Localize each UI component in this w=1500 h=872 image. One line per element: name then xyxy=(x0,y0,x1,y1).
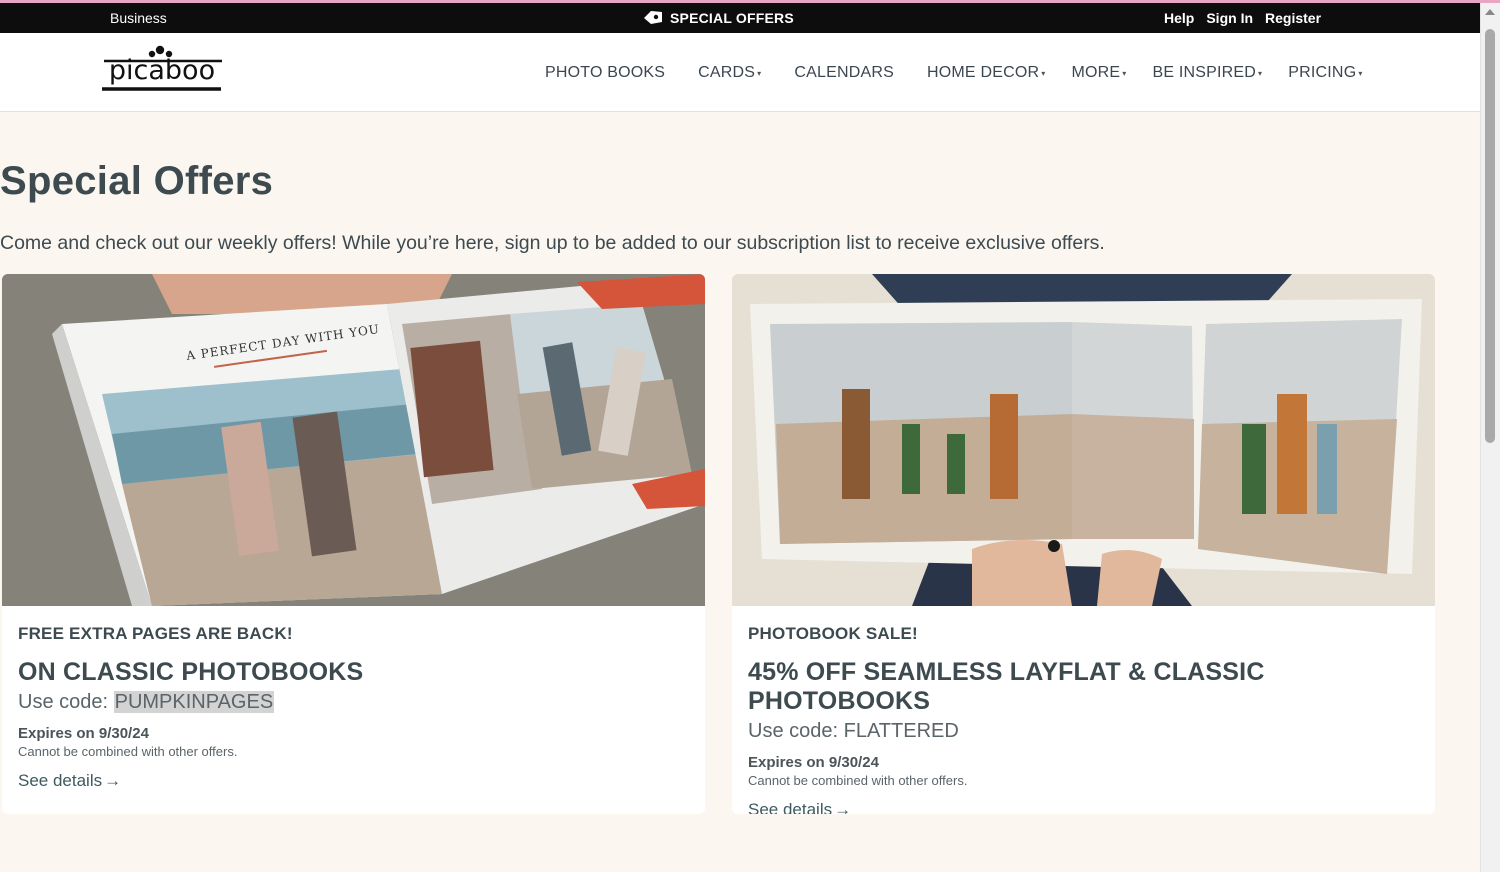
nav-pricing-label: PRICING xyxy=(1288,64,1357,81)
scrollbar-thumb[interactable] xyxy=(1485,29,1495,443)
nav-calendars-label: CALENDARS xyxy=(794,64,894,81)
register-link[interactable]: Register xyxy=(1265,10,1321,26)
promo-code[interactable]: FLATTERED xyxy=(844,720,959,742)
account-links: Help Sign In Register xyxy=(1164,10,1321,26)
offer-code-line: Use code: PUMPKINPAGES xyxy=(18,691,689,714)
chevron-down-icon: ▾ xyxy=(1041,68,1046,78)
nav-more-label: MORE xyxy=(1071,64,1121,81)
arrow-right-icon: → xyxy=(834,800,852,814)
see-details-label: See details xyxy=(18,771,103,790)
picaboo-logo[interactable]: picaboo xyxy=(100,43,224,93)
offer-card: PHOTOBOOK SALE! 45% OFF SEAMLESS LAYFLAT… xyxy=(732,274,1435,814)
chevron-down-icon: ▾ xyxy=(757,68,762,78)
offer-card: A PERFECT DAY WITH YOU FREE EXTRA PAGES … xyxy=(2,274,705,814)
nav-cards[interactable]: CARDS ▾ xyxy=(698,64,761,82)
promo-code[interactable]: PUMPKINPAGES xyxy=(113,691,275,713)
offer-kicker: PHOTOBOOK SALE! xyxy=(748,624,918,643)
nav-calendars[interactable]: CALENDARS xyxy=(794,64,894,82)
offer-image-photobook-beach[interactable]: A PERFECT DAY WITH YOU xyxy=(2,274,705,606)
scroll-up-icon[interactable] xyxy=(1485,9,1495,15)
special-offers-label: SPECIAL OFFERS xyxy=(670,9,794,26)
offer-headline: 45% OFF SEAMLESS LAYFLAT & CLASSIC PHOTO… xyxy=(748,658,1265,715)
offer-fine-print: Cannot be combined with other offers. xyxy=(748,773,968,788)
code-prefix: Use code: xyxy=(18,691,114,713)
nav-home-decor[interactable]: HOME DECOR ▾ xyxy=(927,64,1045,82)
see-details-link[interactable]: See details → xyxy=(18,771,121,791)
offer-expiry: Expires on 9/30/24 xyxy=(18,725,149,742)
offer-fine-print: Cannot be combined with other offers. xyxy=(18,744,238,759)
offer-body: FREE EXTRA PAGES ARE BACK! ON CLASSIC PH… xyxy=(18,624,689,791)
page-title: Special Offers xyxy=(0,159,274,203)
sign-in-link[interactable]: Sign In xyxy=(1206,10,1253,26)
chevron-down-icon: ▾ xyxy=(1358,68,1363,78)
code-prefix: Use code: xyxy=(748,720,844,742)
tag-icon xyxy=(644,11,662,24)
top-bar: Business SPECIAL OFFERS Help Sign In Reg… xyxy=(0,3,1480,33)
logo-text: picaboo xyxy=(109,55,215,86)
see-details-link[interactable]: See details → xyxy=(748,800,851,814)
offer-headline: ON CLASSIC PHOTOBOOKS xyxy=(18,658,364,686)
nav-cards-label: CARDS xyxy=(698,64,756,81)
offer-expiry: Expires on 9/30/24 xyxy=(748,754,879,771)
chevron-down-icon: ▾ xyxy=(1258,68,1263,78)
offer-body: PHOTOBOOK SALE! 45% OFF SEAMLESS LAYFLAT… xyxy=(748,624,1419,814)
business-link[interactable]: Business xyxy=(110,10,167,26)
nav-home-decor-label: HOME DECOR xyxy=(927,64,1040,81)
help-link[interactable]: Help xyxy=(1164,10,1194,26)
chevron-down-icon: ▾ xyxy=(1122,68,1127,78)
nav-more[interactable]: MORE ▾ xyxy=(1071,64,1126,82)
nav-photo-books[interactable]: PHOTO BOOKS xyxy=(545,64,665,82)
offer-kicker: FREE EXTRA PAGES ARE BACK! xyxy=(18,624,293,643)
special-offers-link[interactable]: SPECIAL OFFERS xyxy=(642,9,794,26)
see-details-label: See details xyxy=(748,800,833,814)
page-scrollbar[interactable] xyxy=(1480,3,1500,872)
arrow-right-icon: → xyxy=(104,771,122,790)
offer-code-line: Use code: FLATTERED xyxy=(748,720,1419,743)
nav-be-inspired-label: BE INSPIRED xyxy=(1152,64,1257,81)
main-nav: PHOTO BOOKS CARDS ▾ CALENDARS HOME DECOR ▾… xyxy=(545,64,1396,82)
site-header: picaboo PHOTO BOOKS CARDS ▾ CALENDARS HOM… xyxy=(0,33,1480,112)
offer-image-layflat-family[interactable] xyxy=(732,274,1435,606)
nav-pricing[interactable]: PRICING ▾ xyxy=(1288,64,1362,82)
nav-be-inspired[interactable]: BE INSPIRED ▾ xyxy=(1152,64,1262,82)
nav-photo-books-label: PHOTO BOOKS xyxy=(545,64,666,81)
page-intro: Come and check out our weekly offers! Wh… xyxy=(0,232,1105,254)
